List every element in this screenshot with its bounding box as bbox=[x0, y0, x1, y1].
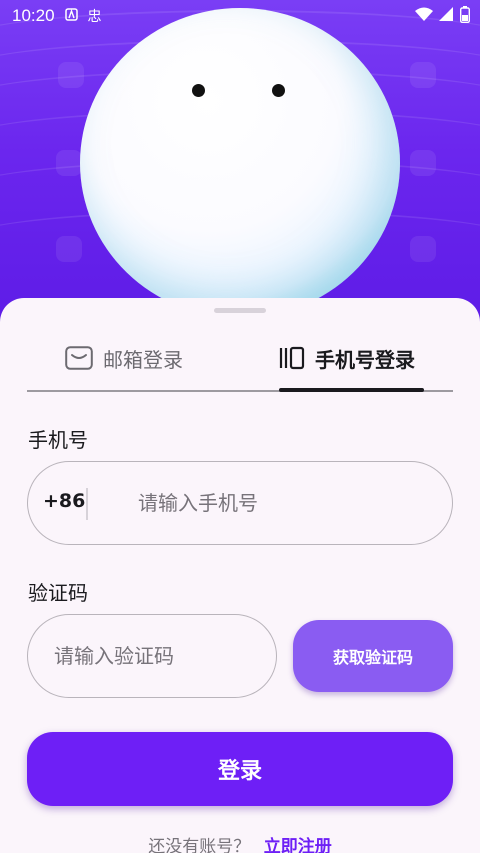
phone-icon bbox=[279, 346, 305, 370]
login-tabs: 邮箱登录 手机号登录 bbox=[27, 334, 453, 392]
tile-decoration bbox=[58, 62, 84, 88]
mascot-illustration bbox=[80, 8, 400, 318]
phone-label: 手机号 bbox=[28, 428, 88, 452]
mail-icon bbox=[65, 346, 93, 370]
a-icon bbox=[64, 8, 78, 24]
tile-decoration bbox=[56, 150, 82, 176]
code-input[interactable] bbox=[54, 633, 254, 679]
active-tab-indicator bbox=[279, 388, 424, 392]
mascot-eye-left bbox=[192, 84, 205, 97]
register-row: 还没有账号？ 立即注册 bbox=[0, 832, 480, 853]
status-time: 10:20 bbox=[12, 6, 55, 25]
tab-email-login[interactable]: 邮箱登录 bbox=[65, 338, 183, 378]
login-sheet: 邮箱登录 手机号登录 手机号 +86 验证码 获取验证码 登录 还没有账号？ 立… bbox=[0, 298, 480, 853]
tab-phone-label: 手机号登录 bbox=[315, 347, 415, 372]
tile-decoration bbox=[410, 150, 436, 176]
chinese-char-icon: 忠 bbox=[87, 8, 102, 24]
field-divider bbox=[86, 488, 88, 520]
get-code-button[interactable]: 获取验证码 bbox=[293, 620, 453, 692]
tile-decoration bbox=[410, 236, 436, 262]
no-account-text: 还没有账号？ bbox=[148, 837, 251, 853]
country-code[interactable]: +86 bbox=[43, 490, 85, 512]
tab-email-label: 邮箱登录 bbox=[103, 347, 183, 372]
phone-field: +86 bbox=[27, 461, 453, 545]
wifi-icon bbox=[415, 7, 433, 27]
signal-icon bbox=[439, 7, 454, 27]
code-field bbox=[27, 614, 277, 698]
tab-phone-login[interactable]: 手机号登录 bbox=[279, 338, 415, 378]
battery-icon bbox=[459, 6, 471, 28]
tile-decoration bbox=[56, 236, 82, 262]
phone-input[interactable] bbox=[138, 480, 428, 526]
code-label: 验证码 bbox=[28, 581, 88, 605]
mascot-eye-right bbox=[272, 84, 285, 97]
register-link[interactable]: 立即注册 bbox=[264, 837, 332, 853]
tile-decoration bbox=[410, 62, 436, 88]
drag-handle[interactable] bbox=[214, 308, 266, 313]
login-button[interactable]: 登录 bbox=[27, 732, 453, 806]
